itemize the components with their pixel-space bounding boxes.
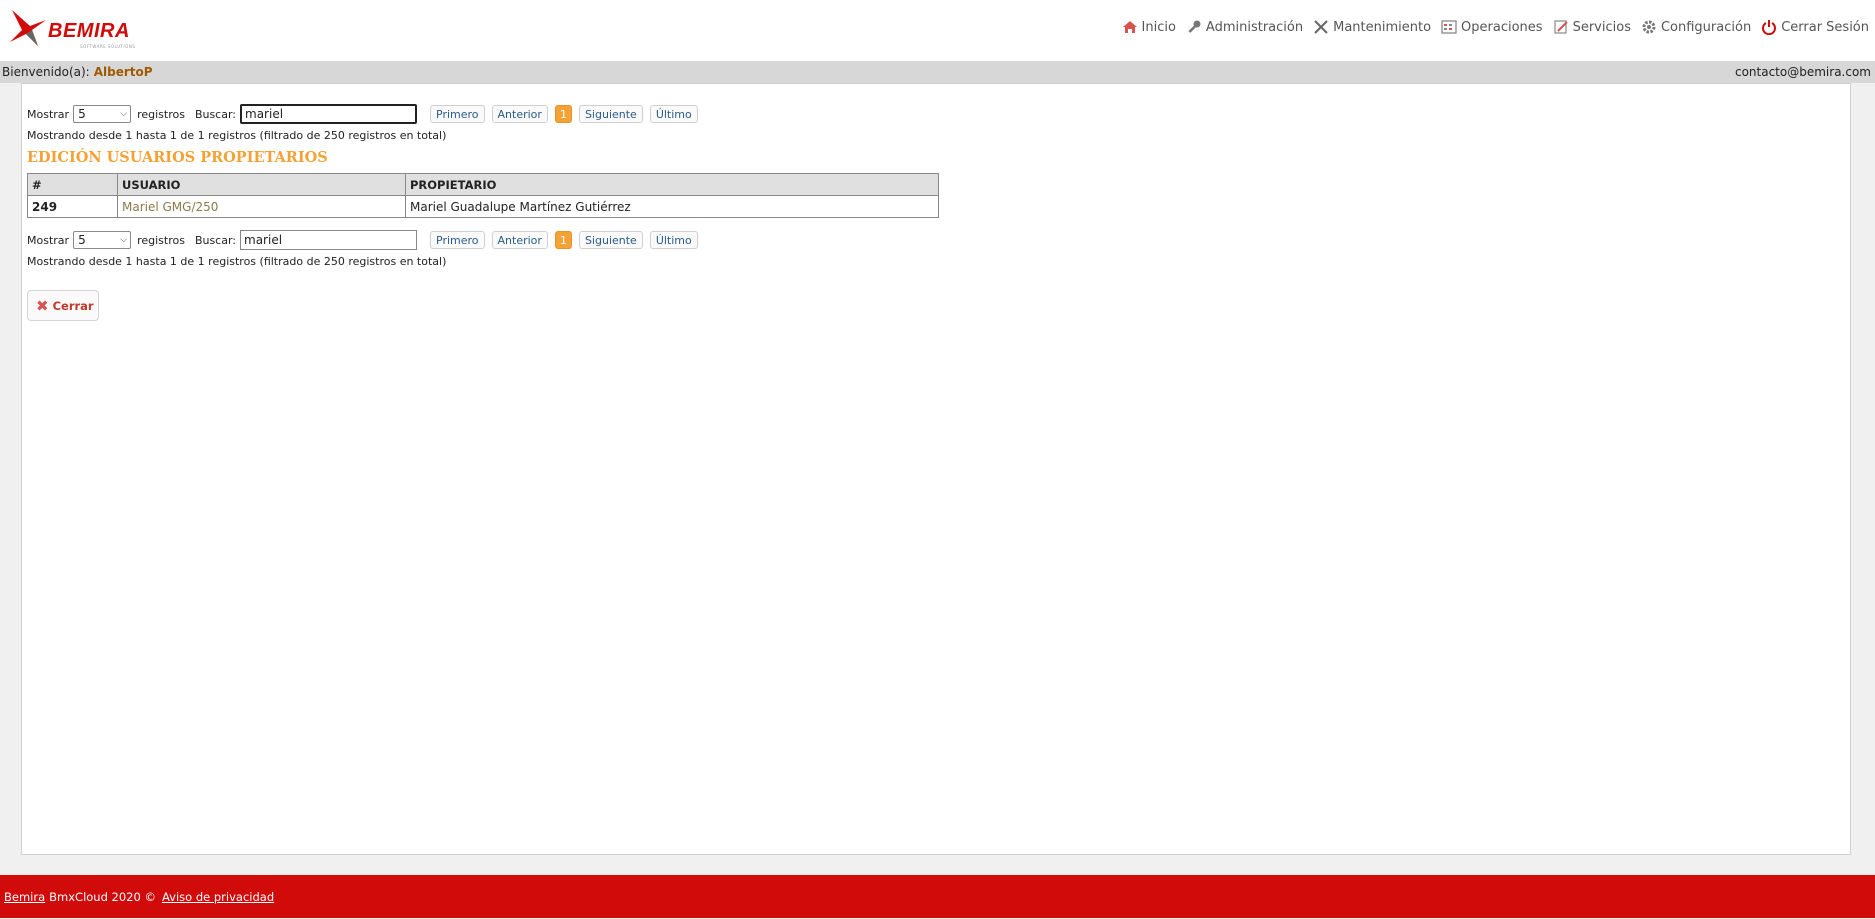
logo-star-icon — [10, 10, 46, 46]
nav-servicios-label: Servicios — [1572, 19, 1631, 35]
search-label: Buscar: — [194, 233, 237, 247]
page-size-select[interactable]: 5 ⌵ — [73, 105, 132, 123]
search-label: Buscar: — [194, 107, 237, 121]
pager-prev-button[interactable]: Anterior — [491, 105, 548, 123]
welcome-user: AlbertoP — [93, 65, 153, 79]
nav-configuracion-label: Configuración — [1660, 19, 1752, 35]
nav-administracion[interactable]: Administración — [1186, 19, 1303, 35]
pager-last-button[interactable]: Último — [649, 105, 698, 123]
nav-mantenimiento-label: Mantenimiento — [1333, 19, 1432, 35]
table-controls-bottom: Mostrar 5 ⌵ registros Buscar: mariel Pri… — [27, 230, 705, 250]
pager-next-button[interactable]: Siguiente — [578, 231, 643, 249]
pager-prev-button[interactable]: Anterior — [491, 231, 548, 249]
close-button-label: Cerrar — [52, 298, 94, 313]
power-icon — [1761, 19, 1777, 35]
pagination: Primero Anterior 1 Siguiente Último — [430, 231, 705, 249]
home-icon — [1122, 19, 1138, 35]
pager-first-button[interactable]: Primero — [430, 105, 485, 123]
records-label: registros — [137, 107, 185, 121]
search-value: mariel — [245, 107, 284, 121]
contact-email: contacto@bemira.com — [1734, 65, 1871, 79]
page-title: EDICIÓN USUARIOS PROPIETARIOS — [27, 149, 328, 166]
header: BEMIRA SOFTWARE SOLUTIONS Inicio Adminis… — [0, 0, 1875, 61]
page-size-select[interactable]: 5 ⌵ — [73, 231, 132, 249]
search-input[interactable]: mariel — [240, 104, 418, 124]
show-label: Mostrar — [27, 233, 70, 247]
records-label: registros — [137, 233, 185, 247]
nav-cerrar-sesion[interactable]: Cerrar Sesión — [1761, 19, 1869, 35]
logo-text: BEMIRA — [48, 20, 130, 42]
nav-operaciones-label: Operaciones — [1461, 19, 1543, 35]
search-input[interactable]: mariel — [240, 230, 418, 250]
pagination: Primero Anterior 1 Siguiente Último — [430, 105, 705, 123]
table-controls-top: Mostrar 5 ⌵ registros Buscar: mariel Pri… — [27, 104, 705, 124]
close-icon: ✖ — [36, 296, 49, 315]
close-button[interactable]: ✖ Cerrar — [27, 290, 99, 321]
footer: Bemira BmxCloud 2020 © Aviso de privacid… — [0, 875, 1875, 918]
records-info: Mostrando desde 1 hasta 1 de 1 registros… — [27, 129, 447, 142]
pager-page-button[interactable]: 1 — [554, 231, 572, 249]
footer-text: BmxCloud 2020 © — [49, 889, 156, 904]
search-value: mariel — [244, 233, 283, 247]
col-header-usuario[interactable]: USUARIO — [117, 173, 406, 196]
grid-icon — [1441, 19, 1457, 35]
privacy-link[interactable]: Aviso de privacidad — [162, 890, 274, 904]
show-label: Mostrar — [27, 107, 70, 121]
welcome-prefix: Bienvenido(a): — [2, 65, 90, 79]
logo-tagline: SOFTWARE SOLUTIONS — [80, 44, 136, 49]
pager-first-button[interactable]: Primero — [430, 231, 485, 249]
cell-propietario: Mariel Guadalupe Martínez Gutiérrez — [405, 195, 939, 218]
nav-administracion-label: Administración — [1205, 19, 1304, 35]
chevron-down-icon: ⌵ — [120, 235, 128, 245]
pager-last-button[interactable]: Último — [649, 231, 698, 249]
nav-configuracion[interactable]: Configuración — [1641, 19, 1751, 35]
col-header-id[interactable]: # — [27, 173, 118, 196]
key-icon — [1186, 19, 1202, 35]
pager-page-button[interactable]: 1 — [554, 105, 572, 123]
chevron-down-icon: ⌵ — [120, 109, 128, 119]
bemira-logo[interactable]: BEMIRA SOFTWARE SOLUTIONS — [8, 8, 138, 52]
edit-icon — [1553, 19, 1569, 35]
nav-operaciones[interactable]: Operaciones — [1441, 19, 1543, 35]
owners-table: # USUARIO PROPIETARIO 249 Mariel GMG/250… — [27, 173, 939, 218]
table-row: 249 Mariel GMG/250 Mariel Guadalupe Mart… — [27, 195, 939, 218]
nav-mantenimiento[interactable]: Mantenimiento — [1313, 19, 1431, 35]
nav-inicio-label: Inicio — [1141, 19, 1176, 35]
nav-cerrar-sesion-label: Cerrar Sesión — [1781, 19, 1869, 35]
cell-id: 249 — [27, 195, 118, 218]
footer-brand-link[interactable]: Bemira — [4, 890, 45, 904]
page-size-value: 5 — [78, 233, 86, 247]
tools-icon — [1313, 19, 1329, 35]
pager-next-button[interactable]: Siguiente — [578, 105, 643, 123]
main-nav: Inicio Administración Mantenimiento Oper… — [1112, 19, 1869, 35]
nav-servicios[interactable]: Servicios — [1553, 19, 1631, 35]
welcome-bar: Bienvenido(a): AlbertoP contacto@bemira.c… — [0, 61, 1875, 83]
main-panel: Mostrar 5 ⌵ registros Buscar: mariel Pri… — [21, 83, 1851, 855]
cell-usuario: Mariel GMG/250 — [117, 195, 406, 218]
welcome-text: Bienvenido(a): AlbertoP — [2, 65, 153, 79]
records-info: Mostrando desde 1 hasta 1 de 1 registros… — [27, 255, 447, 268]
gear-icon — [1641, 19, 1657, 35]
page-size-value: 5 — [78, 107, 86, 121]
col-header-propietario[interactable]: PROPIETARIO — [405, 173, 939, 196]
nav-inicio[interactable]: Inicio — [1122, 19, 1176, 35]
usuario-link[interactable]: Mariel GMG/250 — [122, 200, 218, 214]
